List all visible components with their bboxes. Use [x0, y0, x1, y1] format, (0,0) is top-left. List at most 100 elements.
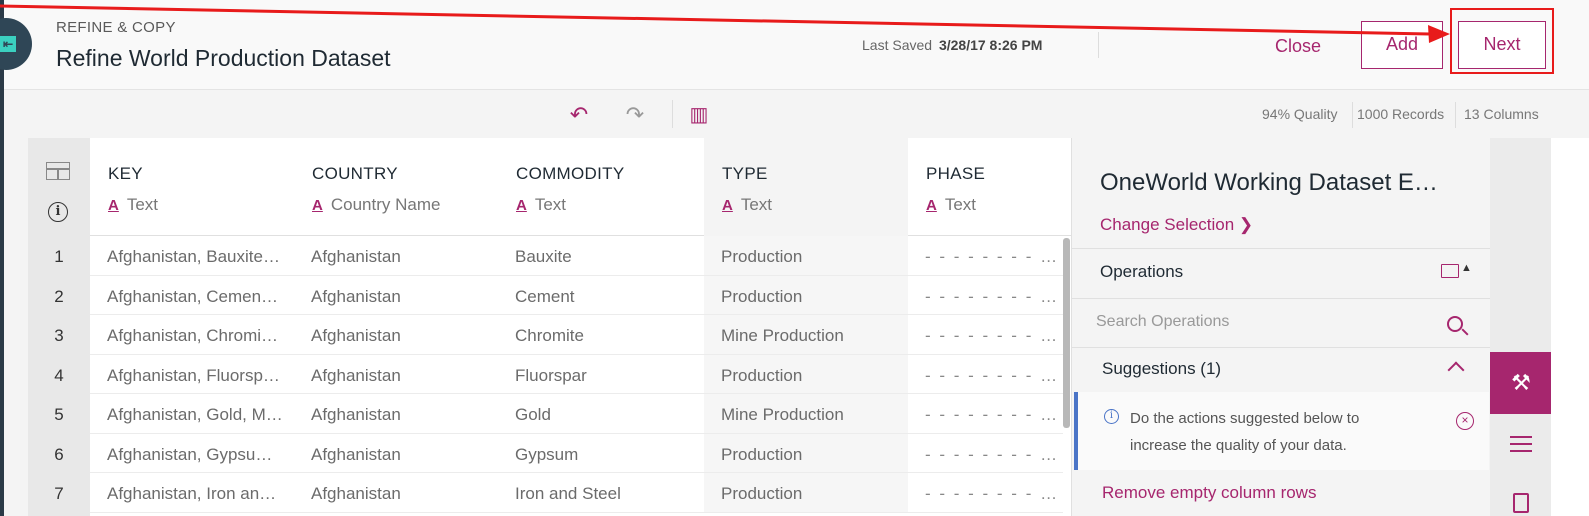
row-number: 6 [54, 444, 64, 464]
text-type-icon: A [722, 197, 733, 214]
list-icon[interactable] [1510, 436, 1532, 454]
suggestions-label[interactable]: Suggestions (1) [1102, 359, 1221, 379]
cell-commodity[interactable]: Fluorspar [498, 355, 704, 394]
cell-commodity[interactable]: Cement [498, 276, 704, 315]
caret-up-icon[interactable]: ▲ [1461, 262, 1472, 274]
document-icon[interactable] [1513, 493, 1529, 513]
cell-country[interactable]: Afghanistan [294, 276, 498, 315]
cell-key[interactable]: Afghanistan, Fluorsp… [90, 355, 294, 394]
column-header-type[interactable]: TYPE A Text [704, 138, 908, 236]
text-type-icon: A [516, 197, 527, 214]
table-view-icon[interactable] [46, 162, 70, 180]
column-type-label: Country Name [330, 195, 441, 214]
records-stat: 1000 Records [1357, 106, 1445, 122]
text-type-icon: A [108, 197, 119, 214]
info-icon[interactable]: i [48, 202, 68, 222]
cell-type[interactable]: Production [704, 275, 908, 315]
table-row[interactable]: 3 Afghanistan, Chromi… Afghanistan Chromite… [28, 315, 1071, 355]
rail-edge [1551, 138, 1589, 516]
cell-commodity[interactable]: Iron and Steel [498, 473, 704, 513]
cell-key[interactable]: Afghanistan, Cemen… [90, 276, 294, 315]
column-header-commodity[interactable]: COMMODITY A Text [498, 138, 704, 236]
change-selection-link[interactable]: Change Selection ❯ [1100, 215, 1253, 235]
section-divider [1072, 248, 1491, 249]
text-type-icon: A [312, 197, 323, 214]
cell-country[interactable]: Afghanistan [294, 355, 498, 394]
cell-phase[interactable]: - - - - - - - - - - - - [908, 276, 1063, 315]
cell-type[interactable]: Production [704, 433, 908, 473]
chevron-up-icon[interactable] [1447, 361, 1465, 379]
undo-icon[interactable]: ↶ [564, 100, 594, 130]
cell-phase[interactable]: - - - - - - - - - - - - [908, 236, 1063, 276]
column-header-country[interactable]: COUNTRY A Country Name [294, 138, 498, 236]
collapse-arrow-icon: ⇤ [0, 36, 16, 52]
cell-country[interactable]: Afghanistan [294, 315, 498, 355]
cell-key[interactable]: Afghanistan, Bauxite… [90, 236, 294, 276]
cell-type[interactable]: Mine Production [704, 394, 908, 434]
cell-country[interactable]: Afghanistan [294, 434, 498, 473]
table-row[interactable]: 5 Afghanistan, Gold, M… Afghanistan Gold Min… [28, 394, 1071, 434]
cell-type[interactable]: Production [704, 236, 908, 276]
info-icon: i [1104, 409, 1119, 424]
last-saved-value: 3/28/17 8:26 PM [938, 37, 1043, 53]
cell-phase[interactable]: - - - - - - - - - - - - [908, 473, 1063, 513]
stat-divider [1455, 102, 1456, 128]
folder-icon[interactable] [1441, 264, 1459, 278]
cell-type[interactable]: Production [704, 354, 908, 394]
row-number: 5 [54, 405, 64, 424]
cell-type[interactable]: Production [704, 473, 908, 513]
dismiss-icon[interactable]: × [1456, 412, 1474, 430]
cell-key[interactable]: Afghanistan, Gypsu… [90, 434, 294, 473]
row-number: 1 [54, 247, 64, 266]
column-type: A Text [516, 195, 566, 215]
column-header-key[interactable]: KEY A Text [90, 138, 294, 236]
table-row[interactable]: 2 Afghanistan, Cemen… Afghanistan Cement Pro… [28, 275, 1071, 315]
close-button[interactable]: Close [1254, 28, 1342, 64]
column-header-phase[interactable]: PHASE A Text [908, 138, 1071, 236]
last-saved: Last Saved 3/28/17 8:26 PM [862, 37, 1042, 53]
operations-label: Operations [1100, 262, 1184, 281]
cell-commodity[interactable]: Bauxite [498, 236, 704, 276]
cell-commodity[interactable]: Gold [498, 394, 704, 434]
suggestion-text: Do the actions suggested below to increa… [1130, 410, 1360, 454]
column-type: A Text [722, 195, 772, 215]
search-icon[interactable] [1447, 316, 1463, 332]
cell-commodity[interactable]: Chromite [498, 315, 704, 355]
cell-type[interactable]: Mine Production [704, 315, 908, 355]
annotation-highlight-box [1450, 8, 1554, 74]
row-number: 7 [54, 484, 64, 503]
redo-icon[interactable]: ↷ [620, 100, 650, 130]
cell-commodity[interactable]: Gypsum [498, 434, 704, 473]
cell-country[interactable]: Afghanistan [294, 236, 498, 276]
cell-phase[interactable]: - - - - - - - - - - - - [908, 394, 1063, 434]
table-row[interactable]: 7 Afghanistan, Iron an… Afghanistan Iron an… [28, 473, 1071, 513]
add-button[interactable]: Add [1361, 21, 1443, 69]
search-operations-input[interactable]: Search Operations [1096, 313, 1229, 331]
cell-phase[interactable]: - - - - - - - - - - - - [908, 315, 1063, 355]
table-row[interactable]: 6 Afghanistan, Gypsu… Afghanistan Gypsum Pro… [28, 433, 1071, 473]
table-row[interactable]: 4 Afghanistan, Fluorsp… Afghanistan Fluorsp… [28, 354, 1071, 394]
refine-tools-tab[interactable]: ⚒ [1490, 352, 1551, 414]
section-divider [1072, 298, 1491, 299]
cell-key[interactable]: Afghanistan, Gold, M… [90, 394, 294, 434]
cell-phase[interactable]: - - - - - - - - - - - - [908, 434, 1063, 473]
column-name: KEY [108, 164, 143, 183]
breadcrumb: REFINE & COPY [56, 19, 176, 36]
header-bar: REFINE & COPY Refine World Production Da… [4, 0, 1589, 90]
cell-key[interactable]: Afghanistan, Iron an… [90, 473, 294, 513]
cell-country[interactable]: Afghanistan [294, 473, 498, 513]
quality-stat: 94% Quality [1262, 106, 1338, 122]
column-type-label: Text [126, 195, 159, 214]
section-divider [1072, 347, 1491, 348]
cell-country[interactable]: Afghanistan [294, 394, 498, 434]
cell-key[interactable]: Afghanistan, Chromi… [90, 315, 294, 355]
columns-stat: 13 Columns [1464, 106, 1539, 122]
grid-scrollbar[interactable] [1063, 238, 1070, 428]
row-number: 3 [54, 326, 64, 345]
page-title: Refine World Production Dataset [56, 45, 391, 71]
remove-empty-rows-link[interactable]: Remove empty column rows [1102, 483, 1316, 503]
bar-chart-icon[interactable]: ▥ [684, 100, 714, 130]
table-row[interactable]: 1 Afghanistan, Bauxite… Afghanistan Bauxite… [28, 236, 1071, 276]
cell-phase[interactable]: - - - - - - - - - - - - [908, 355, 1063, 394]
column-name: PHASE [926, 164, 986, 183]
